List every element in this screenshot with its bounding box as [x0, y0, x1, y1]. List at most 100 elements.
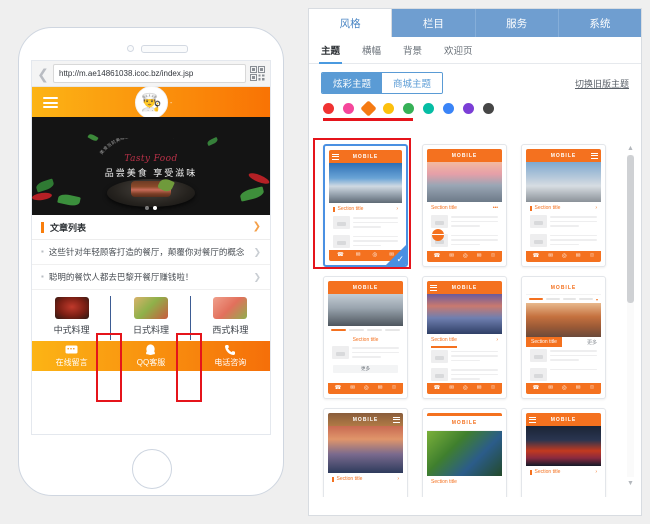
- category-item-japanese[interactable]: 日式料理: [111, 297, 190, 336]
- image-placeholder-icon: [530, 349, 547, 362]
- panel-scrollbar[interactable]: ▲ ▼: [626, 145, 635, 487]
- service-label: 电话咨询: [214, 358, 247, 367]
- card-header-title: MOBILE: [451, 152, 478, 159]
- article-list-item[interactable]: ▪ 聪明的餐饮人都去巴黎开餐厅赚钱啦！ ❯: [32, 265, 270, 290]
- color-swatch-blue[interactable]: [443, 103, 454, 114]
- theme-card[interactable]: MOBILE Section title 更多 ☎ ✉ ◎ ✉ ☉: [323, 276, 408, 399]
- image-placeholder-icon: [530, 215, 547, 228]
- chevron-right-icon: ›: [397, 476, 399, 482]
- bell-icon: ☉: [589, 384, 595, 391]
- sub-tab-banner[interactable]: 横幅: [362, 37, 381, 64]
- main-tab-system[interactable]: 系统: [558, 9, 641, 37]
- phone-icon: ☎: [433, 252, 441, 259]
- url-input[interactable]: http://m.ae14861038.icoc.bz/index.jsp: [53, 64, 246, 83]
- location-icon: ◎: [463, 252, 468, 259]
- image-placeholder-icon: [431, 215, 448, 228]
- category-item-western[interactable]: 西式料理: [191, 297, 270, 336]
- japanese-dish-icon: [133, 297, 168, 319]
- theme-card[interactable]: MOBILE Section title: [422, 408, 507, 497]
- card-header-title: MOBILE: [352, 284, 379, 291]
- banner-dot[interactable]: [145, 206, 149, 210]
- color-swatch-teal[interactable]: [423, 103, 434, 114]
- card-section-title: Section title: [352, 337, 379, 343]
- card-text-lines: [352, 346, 399, 361]
- card-text-lines: [550, 215, 597, 230]
- site-header: 👨‍🍳 -: [32, 86, 270, 119]
- category-label: 西式料理: [212, 325, 249, 335]
- card-header: MOBILE: [329, 150, 402, 163]
- switch-to-legacy-theme-link[interactable]: 切换旧版主题: [575, 77, 629, 90]
- chevron-left-icon[interactable]: ❮: [37, 67, 49, 81]
- chevron-right-icon: ›: [595, 469, 597, 475]
- sub-tab-welcome-page[interactable]: 欢迎页: [444, 37, 473, 64]
- phone-mockup: ❮ http://m.ae14861038.icoc.bz/index.jsp: [18, 27, 284, 496]
- banner-script-text: Tasty Food: [124, 154, 178, 164]
- hero-banner[interactable]: 美食当前美味出众人间美味 品尝美食 Tasty Food 品尝美食 享受滋味: [32, 117, 270, 215]
- floating-action-button: [432, 229, 444, 241]
- category-item-chinese[interactable]: 中式料理: [32, 297, 111, 336]
- service-bar: 在线留言 QQ客服 电话咨询: [32, 341, 270, 371]
- card-list-item: [329, 214, 402, 233]
- theme-card-selected[interactable]: MOBILE Section title › ☎ ✉ ◎ ✉ ✓: [323, 144, 408, 267]
- banner-dot-active[interactable]: [153, 206, 157, 210]
- theme-card-preview: MOBILE Section title ›: [526, 149, 601, 262]
- color-swatch-green[interactable]: [403, 103, 414, 114]
- theme-card-preview: MOBILE Section title ›: [328, 413, 403, 497]
- check-icon: ✓: [396, 254, 404, 264]
- mail-icon: ✉: [377, 384, 383, 391]
- theme-card[interactable]: MOBILE Section title ›: [521, 144, 606, 267]
- card-more-button: 更多: [333, 364, 398, 373]
- home-button-icon[interactable]: [132, 449, 172, 489]
- color-swatch-purple[interactable]: [463, 103, 474, 114]
- theme-card-preview: MOBILE Section title: [427, 413, 502, 497]
- main-tab-style[interactable]: 风格: [309, 9, 393, 37]
- theme-card[interactable]: MOBILE Section title ›: [422, 276, 507, 399]
- qr-code-icon[interactable]: [250, 66, 265, 81]
- theme-card[interactable]: MOBILE Section title ›: [323, 408, 408, 497]
- segment-mall-theme[interactable]: 商城主题: [382, 73, 443, 93]
- main-tab-services[interactable]: 服务: [475, 9, 559, 37]
- chevron-down-icon[interactable]: ▼: [626, 480, 635, 487]
- article-list-item-text: 聪明的餐饮人都去巴黎开餐厅赚钱啦！: [48, 272, 194, 282]
- image-placeholder-icon: [333, 216, 350, 229]
- theme-card[interactable]: MOBILE Section title ›: [521, 408, 606, 497]
- article-section-header[interactable]: 文章列表 ❯: [32, 215, 270, 240]
- bullet-icon: ▪: [41, 272, 44, 281]
- chevron-right-icon: ›: [396, 206, 398, 212]
- chevron-right-icon[interactable]: ❯: [253, 271, 261, 283]
- article-list-item[interactable]: ▪ 这些针对年轻顾客打造的餐厅，颠覆你对餐厅的概念 ❯: [32, 240, 270, 265]
- service-item-message[interactable]: 在线留言: [32, 341, 111, 371]
- color-swatch-orange[interactable]: [360, 100, 377, 117]
- message-icon: ✉: [350, 384, 356, 391]
- banner-pagination-dots[interactable]: [145, 206, 157, 210]
- card-bottom-bar: ☎ ✉ ◎ ✉ ☉: [526, 383, 601, 394]
- scrollbar-thumb[interactable]: [627, 155, 634, 303]
- theme-card[interactable]: MOBILE Section title ••• ☎ ✉ ◎ ✉ ☉: [422, 144, 507, 267]
- color-swatch-gray[interactable]: [483, 103, 494, 114]
- theme-settings-panel: 风格 栏目 服务 系统 主题 横幅 背景 欢迎页 炫彩主题 商城主题 切换旧版主…: [308, 8, 642, 516]
- site-logo[interactable]: 👨‍🍳: [135, 86, 168, 119]
- sub-tab-theme[interactable]: 主题: [318, 37, 343, 64]
- theme-card[interactable]: MOBILE ▾ Section title 更多 ☎ ✉ ◎ ✉ ☉: [521, 276, 606, 399]
- segment-colorful-theme[interactable]: 炫彩主题: [322, 73, 383, 93]
- color-swatch-pink[interactable]: [343, 103, 354, 114]
- chevron-up-icon[interactable]: ▲: [626, 145, 635, 152]
- card-list-item: [427, 366, 502, 385]
- main-tab-columns[interactable]: 栏目: [392, 9, 476, 37]
- card-bottom-bar: ☎ ✉ ◎ ✉ ☉: [427, 383, 502, 394]
- sub-tab-background[interactable]: 背景: [403, 37, 422, 64]
- article-list-item-text: 这些针对年轻顾客打造的餐厅，颠覆你对餐厅的概念: [48, 247, 245, 257]
- card-text-lines: [353, 216, 398, 231]
- service-item-qq[interactable]: QQ客服: [111, 341, 190, 371]
- chevron-right-icon[interactable]: ❯: [253, 222, 261, 232]
- accent-tick: [333, 206, 335, 212]
- card-section-title: Section title: [526, 337, 562, 347]
- chevron-right-icon[interactable]: ❯: [253, 246, 261, 258]
- color-swatch-red[interactable]: [323, 103, 334, 114]
- service-item-phone[interactable]: 电话咨询: [191, 341, 270, 371]
- card-section-header: Section title: [427, 476, 502, 487]
- hamburger-menu-icon[interactable]: [43, 97, 58, 108]
- card-header-title: MOBILE: [352, 416, 379, 423]
- phone-icon: ☎: [532, 384, 540, 391]
- color-swatch-yellow[interactable]: [383, 103, 394, 114]
